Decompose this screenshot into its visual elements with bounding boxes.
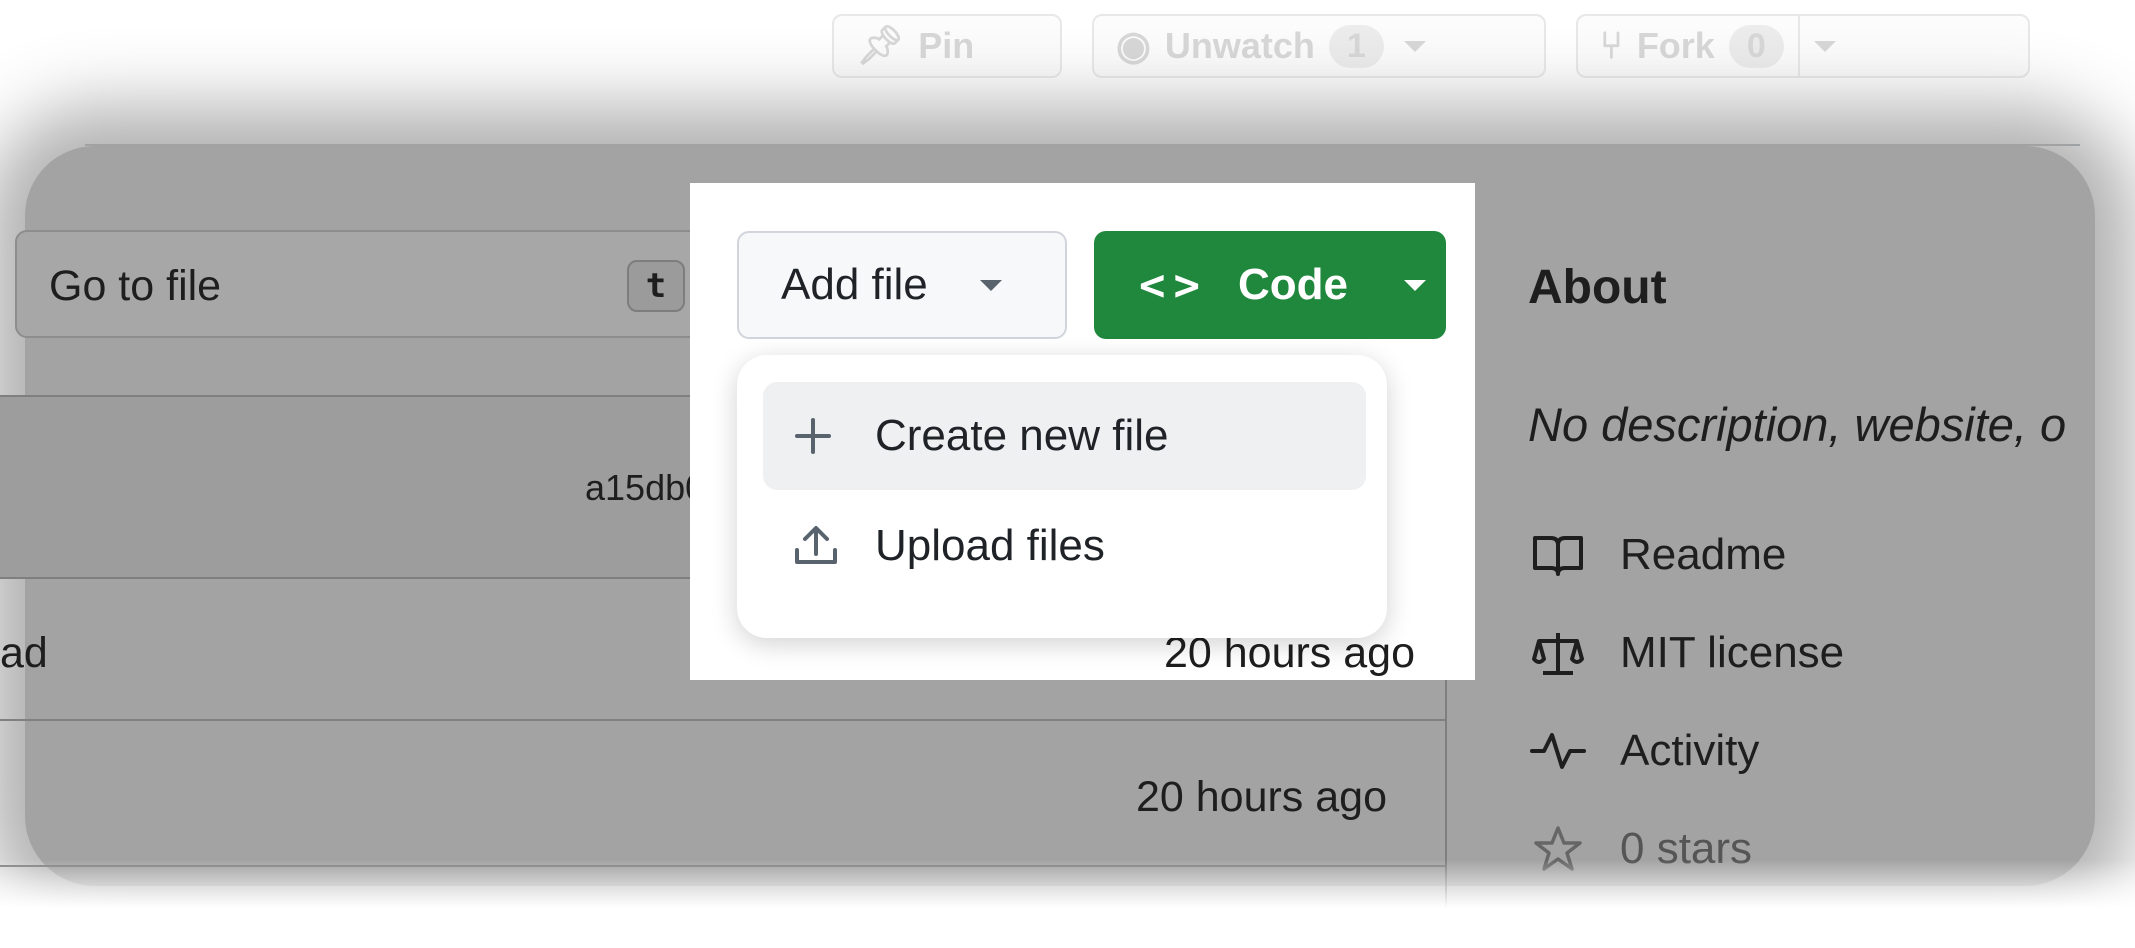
chevron-down-icon: [1403, 279, 1426, 291]
fork-label: Fork: [1636, 25, 1715, 66]
menu-item-label: Create new file: [875, 411, 1169, 460]
law-icon: [1528, 629, 1588, 677]
add-file-label: Add file: [781, 260, 928, 309]
sidebar-item-label: MIT license: [1620, 628, 1845, 677]
go-to-file-input[interactable]: Go to file t: [15, 230, 707, 338]
chevron-down-icon[interactable]: [1813, 40, 1836, 52]
unwatch-count: 1: [1328, 24, 1384, 68]
sidebar-item-label: Readme: [1620, 530, 1787, 579]
file-row-time: 20 hours ago: [1135, 773, 1387, 821]
plus-icon: [793, 416, 853, 456]
menu-item-label: Upload files: [875, 521, 1105, 570]
sidebar-item-label: Activity: [1620, 726, 1760, 775]
about-description: No description, website, o: [1528, 398, 2067, 451]
about-heading: About: [1528, 261, 1667, 314]
eye-icon: ◉: [1116, 24, 1151, 68]
go-to-file-placeholder: Go to file: [49, 262, 222, 310]
row-divider: [0, 719, 1445, 721]
unwatch-label: Unwatch: [1164, 25, 1315, 66]
fork-icon: ⑂: [1600, 24, 1623, 67]
chevron-down-icon: [979, 279, 1002, 291]
pin-button[interactable]: 📌︎ Pin: [832, 14, 1062, 78]
code-label: Code: [1237, 260, 1348, 309]
menu-item-create-new-file[interactable]: Create new file: [763, 382, 1366, 490]
code-button[interactable]: <> Code: [1094, 231, 1446, 339]
pin-icon: 📌︎: [856, 25, 905, 67]
unwatch-button[interactable]: ◉ Unwatch 1: [1092, 14, 1546, 78]
divider: [1797, 15, 1800, 77]
repo-header: 📌︎ Pin ◉ Unwatch 1 ⑂ Fork 0: [0, 0, 2135, 145]
add-file-dropdown: Create new file Upload files: [737, 355, 1387, 638]
menu-item-upload-files[interactable]: Upload files: [763, 492, 1366, 600]
highlight-spotlight: 20 hours ago Add file <> Code Create new…: [690, 183, 1475, 680]
upload-icon: [793, 524, 853, 568]
sidebar-item-readme[interactable]: Readme: [1528, 530, 1786, 580]
book-icon: [1528, 532, 1588, 578]
sidebar-item-activity[interactable]: Activity: [1528, 726, 1759, 776]
shortcut-key: t: [627, 260, 685, 312]
chevron-down-icon: [1403, 40, 1426, 52]
file-name[interactable]: ad: [0, 629, 48, 678]
fork-count: 0: [1728, 24, 1784, 68]
bottom-fade: [0, 860, 2135, 948]
fork-button[interactable]: ⑂ Fork 0: [1576, 14, 2030, 78]
pulse-icon: [1528, 729, 1588, 773]
add-file-button[interactable]: Add file: [737, 231, 1067, 339]
code-icon: <>: [1139, 259, 1208, 311]
sidebar-item-license[interactable]: MIT license: [1528, 628, 1844, 678]
pin-label: Pin: [918, 25, 975, 66]
